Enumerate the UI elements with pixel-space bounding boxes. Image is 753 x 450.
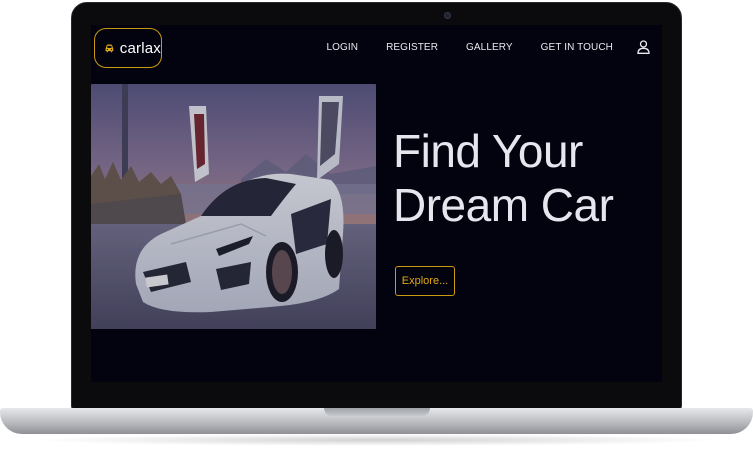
hero-title: Find Your Dream Car [393, 124, 653, 232]
website-screen: carlax LOGIN REGISTER GALLERY GET IN TOU… [91, 25, 662, 382]
nav-get-in-touch[interactable]: GET IN TOUCH [541, 42, 613, 53]
laptop-shadow [30, 434, 723, 446]
car-icon [105, 44, 114, 53]
nav-gallery[interactable]: GALLERY [466, 42, 513, 53]
car-photo-illustration [91, 84, 376, 329]
hero-car-image [91, 84, 376, 329]
camera-icon [444, 12, 451, 19]
laptop-notch [324, 408, 430, 416]
hero-title-line-2: Dream Car [393, 179, 614, 231]
nav-register[interactable]: REGISTER [386, 42, 438, 53]
main-nav: LOGIN REGISTER GALLERY GET IN TOUCH [326, 40, 650, 54]
hero-title-line-1: Find Your [393, 125, 583, 177]
user-icon[interactable] [637, 40, 650, 54]
brand-name: carlax [119, 39, 161, 57]
nav-login[interactable]: LOGIN [326, 42, 358, 53]
brand-logo[interactable]: carlax [94, 28, 162, 68]
explore-button[interactable]: Explore... [395, 266, 455, 296]
